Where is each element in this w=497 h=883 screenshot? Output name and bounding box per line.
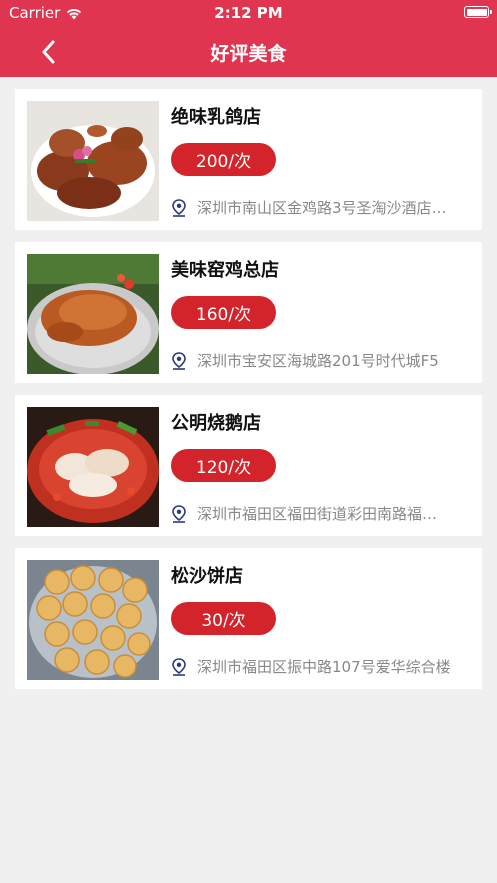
restaurant-name: 松沙饼店 bbox=[171, 566, 243, 587]
address-row: 深圳市福田区福田街道彩田南路福… bbox=[171, 503, 471, 524]
restaurant-image bbox=[27, 560, 159, 680]
location-pin-icon bbox=[172, 351, 186, 370]
restaurant-card[interactable]: 松沙饼店 30/次 深圳市福田区振中路107号爱华综合楼 bbox=[15, 548, 482, 689]
restaurant-card[interactable]: 公明烧鹅店 120/次 深圳市福田区福田街道彩田南路福… bbox=[15, 395, 482, 536]
restaurant-image bbox=[27, 254, 159, 374]
price-badge: 160/次 bbox=[171, 296, 276, 329]
location-pin-icon bbox=[172, 504, 186, 523]
restaurant-name: 公明烧鹅店 bbox=[171, 413, 261, 434]
restaurant-image bbox=[27, 407, 159, 527]
battery-icon bbox=[464, 6, 492, 18]
restaurant-address: 深圳市宝安区海城路201号时代城F5 bbox=[197, 352, 439, 370]
page-title: 好评美食 bbox=[210, 43, 287, 65]
restaurant-name: 美味窑鸡总店 bbox=[171, 260, 279, 281]
restaurant-address: 深圳市福田区振中路107号爱华综合楼 bbox=[197, 658, 451, 676]
header: Carrier 2:12 PM 好评美食 bbox=[0, 0, 497, 77]
price-badge: 200/次 bbox=[171, 143, 276, 176]
restaurant-card[interactable]: 美味窑鸡总店 160/次 深圳市宝安区海城路201号时代城F5 bbox=[15, 242, 482, 383]
address-row: 深圳市南山区金鸡路3号圣淘沙酒店… bbox=[171, 197, 471, 218]
restaurant-list: 绝味乳鸽店 200/次 深圳市南山区金鸡路3号圣淘沙酒店… 美味窑鸡总店 160… bbox=[15, 89, 482, 701]
address-row: 深圳市福田区振中路107号爱华综合楼 bbox=[171, 656, 471, 677]
address-row: 深圳市宝安区海城路201号时代城F5 bbox=[171, 350, 471, 371]
nav-bar: 好评美食 bbox=[0, 26, 497, 77]
restaurant-card[interactable]: 绝味乳鸽店 200/次 深圳市南山区金鸡路3号圣淘沙酒店… bbox=[15, 89, 482, 230]
restaurant-address: 深圳市南山区金鸡路3号圣淘沙酒店… bbox=[197, 199, 447, 217]
battery-level bbox=[466, 8, 487, 16]
status-bar: Carrier 2:12 PM bbox=[0, 0, 497, 26]
clock: 2:12 PM bbox=[214, 4, 283, 22]
price-badge: 120/次 bbox=[171, 449, 276, 482]
restaurant-address: 深圳市福田区福田街道彩田南路福… bbox=[197, 505, 438, 523]
restaurant-name: 绝味乳鸽店 bbox=[171, 107, 261, 128]
price-badge: 30/次 bbox=[171, 602, 276, 635]
location-pin-icon bbox=[172, 198, 186, 217]
location-pin-icon bbox=[172, 657, 186, 676]
restaurant-image bbox=[27, 101, 159, 221]
